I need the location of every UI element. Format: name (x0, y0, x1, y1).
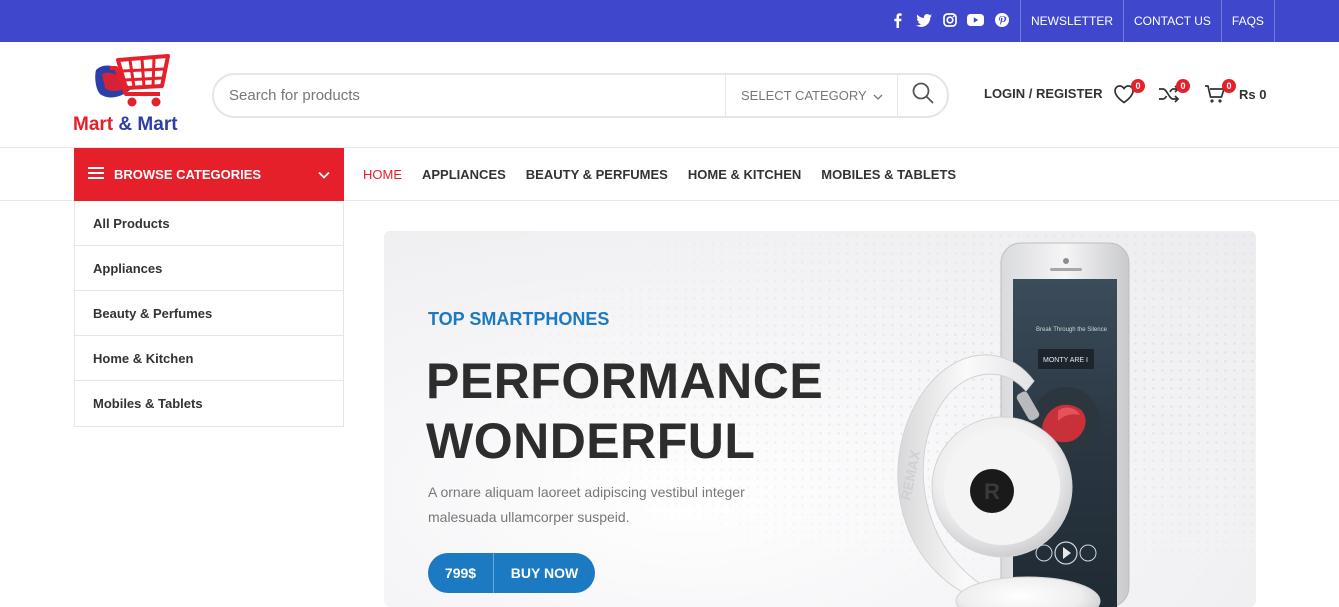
phone-album-title: MONTY ARE I (1043, 357, 1088, 364)
nav-item-home-kitchen[interactable]: HOME & KITCHEN (678, 167, 811, 182)
compare-count-badge: 0 (1176, 79, 1190, 93)
logo-ampersand: & (118, 114, 133, 135)
hero-banner: Break Through the Silence MONTY ARE I RE… (384, 231, 1256, 607)
product-image: Break Through the Silence MONTY ARE I RE… (814, 231, 1256, 607)
pinterest-icon[interactable] (993, 11, 1010, 29)
facebook-icon[interactable] (889, 11, 906, 29)
logo-text-second: Mart (137, 114, 178, 135)
social-links (889, 11, 1010, 29)
nav-item-mobiles-tablets[interactable]: MOBILES & TABLETS (811, 167, 966, 182)
hero-price: 799$ (428, 553, 494, 593)
compare-arrows-icon (1158, 85, 1180, 108)
category-item-all-products[interactable]: All Products (75, 201, 343, 246)
chevron-down-icon (873, 88, 883, 103)
hero-headline-line-1: PERFORMANCE (426, 353, 824, 409)
top-bar: NEWSLETTER CONTACT US FAQS (0, 0, 1339, 42)
wishlist-count-badge: 0 (1131, 79, 1145, 93)
youtube-icon[interactable] (967, 11, 984, 29)
search-input[interactable] (214, 75, 725, 116)
browse-categories-button[interactable]: BROWSE CATEGORIES (74, 148, 344, 201)
hero-headline: PERFORMANCE WONDERFUL (426, 351, 823, 471)
twitter-icon[interactable] (915, 11, 932, 29)
category-item-mobiles-tablets[interactable]: Mobiles & Tablets (75, 381, 343, 426)
cart-icon (1204, 85, 1226, 108)
category-list: All Products Appliances Beauty & Perfume… (74, 201, 344, 427)
compare-button[interactable]: 0 (1158, 79, 1190, 108)
top-links: NEWSLETTER CONTACT US FAQS (1020, 0, 1275, 42)
search-icon (912, 82, 934, 109)
hero-headline-line-2: WONDERFUL (426, 413, 756, 469)
category-select[interactable]: SELECT CATEGORY (725, 75, 897, 116)
category-item-beauty-perfumes[interactable]: Beauty & Perfumes (75, 291, 343, 336)
logo-wordmark: Mart & Mart (73, 114, 178, 136)
nav-item-home[interactable]: HOME (353, 167, 412, 182)
category-select-label: SELECT CATEGORY (741, 88, 867, 103)
category-item-appliances[interactable]: Appliances (75, 246, 343, 291)
faqs-link[interactable]: FAQS (1220, 0, 1275, 42)
chevron-down-icon (318, 167, 330, 182)
search-button[interactable] (897, 75, 947, 116)
nav-item-beauty-perfumes[interactable]: BEAUTY & PERFUMES (516, 167, 678, 182)
menu-icon (88, 167, 104, 182)
search-bar: SELECT CATEGORY (212, 73, 949, 118)
nav-item-appliances[interactable]: APPLIANCES (412, 167, 516, 182)
hero-description: A ornare aliquam laoreet adipiscing vest… (428, 484, 745, 525)
buy-now-button[interactable]: 799$ BUY NOW (428, 553, 595, 593)
heart-icon (1113, 85, 1135, 108)
newsletter-link[interactable]: NEWSLETTER (1020, 0, 1123, 42)
cart-count-badge: 0 (1222, 79, 1236, 93)
cart-button[interactable]: 0 (1204, 79, 1236, 108)
wishlist-button[interactable]: 0 (1113, 79, 1145, 108)
contact-us-link[interactable]: CONTACT US (1123, 0, 1221, 42)
instagram-icon[interactable] (941, 11, 958, 29)
category-item-home-kitchen[interactable]: Home & Kitchen (75, 336, 343, 381)
main-nav: HOME APPLIANCES BEAUTY & PERFUMES HOME &… (353, 148, 966, 200)
logo-text-first: Mart (73, 114, 114, 135)
buy-now-label: BUY NOW (510, 565, 579, 581)
cart-total[interactable]: Rs 0 (1239, 87, 1266, 102)
login-register-link[interactable]: LOGIN / REGISTER (984, 86, 1102, 101)
browse-categories-label: BROWSE CATEGORIES (114, 167, 262, 182)
phone-song-title: Break Through the Silence (1036, 327, 1108, 333)
svg-text:R: R (984, 479, 1000, 504)
hero-kicker: TOP SMARTPHONES (428, 309, 610, 329)
